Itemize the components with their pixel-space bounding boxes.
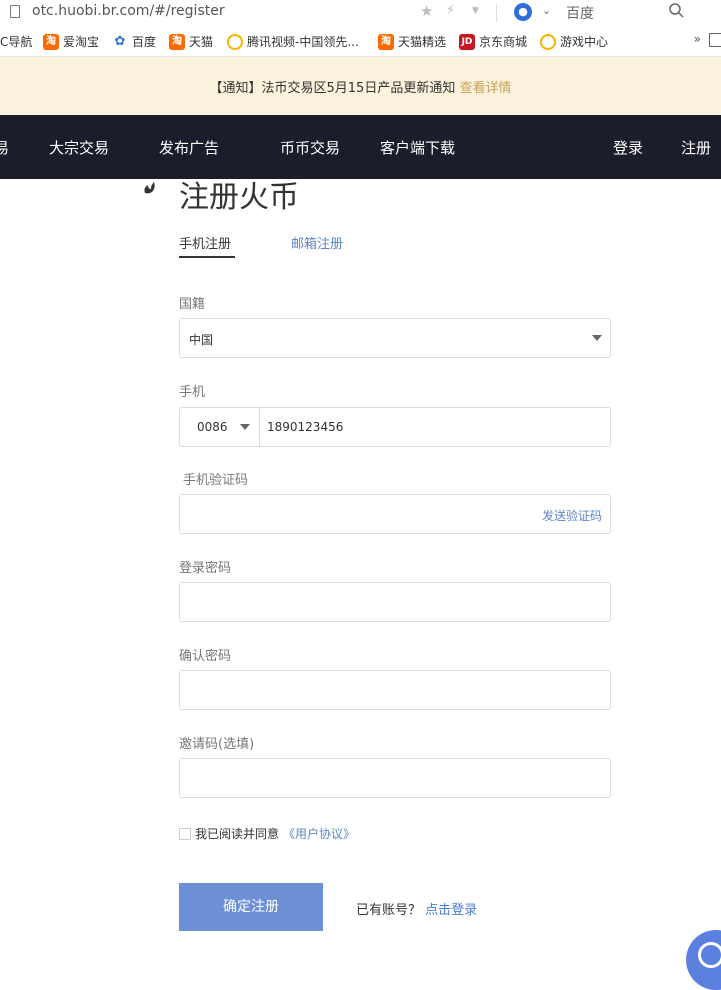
tab-email-register[interactable]: 邮箱注册 [291,233,343,252]
bookmark-item[interactable]: ✿ 百度 [112,33,156,50]
phone-field-group: 0086 1890123456 [179,407,611,447]
notice-details-link[interactable]: 查看详情 [459,81,511,96]
bookmarks-bar: C导航 淘 爱淘宝 ✿ 百度 淘 天猫 腾讯视频-中国领先... 淘 天猫精选 … [0,28,721,57]
taobao-icon: 淘 [378,33,394,50]
bookmark-item[interactable]: 淘 爱淘宝 [43,33,99,50]
divider [496,4,497,22]
bookmark-label: 游戏中心 [560,35,609,49]
page-icon [10,5,20,18]
bookmark-label: C导航 [0,35,33,49]
bookmark-label: 京东商城 [479,35,528,49]
nav-item-coin-trade-top[interactable]: 币币交易 [280,137,340,158]
device-icon[interactable] [709,33,721,47]
password-input[interactable] [179,582,611,622]
active-tab-indicator [179,256,235,258]
baidu-paw-icon[interactable]: ● [514,3,532,21]
phone-input[interactable]: 1890123456 [267,420,343,434]
password-label: 登录密码 [179,561,232,576]
bookmark-item[interactable]: 游戏中心 [540,33,608,50]
nav-login-link-top[interactable]: 登录 [613,137,643,158]
agree-text: 我已阅读并同意 [195,827,280,841]
nationality-select[interactable]: 中国 [179,318,611,358]
nav-register-link-top[interactable]: 注册 [681,137,711,158]
send-code-button[interactable]: 发送验证码 [542,507,602,524]
lightning-icon[interactable]: ⚡ [446,3,455,18]
taobao-icon: 淘 [43,33,59,50]
phone-label: 手机 [179,385,206,400]
huobi-flame-icon [144,182,155,194]
bookmark-label: 天猫精选 [398,35,447,49]
nationality-label: 国籍 [179,297,206,312]
chevron-down-icon[interactable]: ▼ [472,6,479,16]
baidu-paw-icon: ✿ [114,33,126,49]
nationality-value: 中国 [189,333,214,347]
agreement-row: 我已阅读并同意 《用户协议》 [179,825,355,842]
engine-chevron-down-icon[interactable]: ⌄ [542,4,551,17]
have-account-row: 已有账号？ 点击登录 [356,899,477,918]
tab-phone-register[interactable]: 手机注册 [179,233,231,252]
user-agreement-link[interactable]: 《用户协议》 [283,825,355,842]
bookmark-label: 天猫 [189,35,214,49]
confirm-password-label: 确认密码 [179,649,232,664]
jd-icon: JD [459,33,475,50]
sms-code-label: 手机验证码 [183,473,249,488]
search-icon[interactable] [668,2,684,18]
agree-checkbox[interactable] [179,827,191,840]
bookmark-item[interactable]: 腾讯视频-中国领先... [227,33,359,50]
bookmark-label: 爱淘宝 [63,35,100,49]
have-account-text: 已有账号？ [356,903,422,918]
chevron-down-icon [592,335,602,341]
nav-item-partial-top[interactable]: 易 [0,137,9,158]
bookmark-item[interactable]: C导航 [0,33,32,50]
notice-text-row: 【通知】法币交易区5月15日产品更新通知 查看详情 [0,77,721,96]
taobao-icon: 淘 [169,33,185,50]
tencent-video-icon [540,33,556,50]
tencent-video-icon [227,33,243,50]
sms-code-input[interactable]: 发送验证码 [179,494,611,534]
nav-item-post-ad-top[interactable]: 发布广告 [159,137,219,158]
url-text[interactable]: otc.huobi.br.com/#/register [32,3,225,19]
login-link[interactable]: 点击登录 [425,903,477,918]
submit-register-button[interactable]: 确定注册 [179,883,323,931]
bookmark-label: 腾讯视频-中国领先... [247,35,359,49]
notice-text: 【通知】法币交易区5月15日产品更新通知 [209,81,456,96]
chevron-down-icon [240,424,250,430]
bookmark-item[interactable]: 淘 天猫精选 [378,33,446,50]
nav-item-bulk-trade-top[interactable]: 大宗交易 [49,137,109,158]
notice-banner: 【通知】法币交易区5月15日产品更新通知 查看详情 [0,57,721,115]
bookmarks-more-button[interactable]: » [694,32,701,46]
star-icon[interactable]: ★ [420,2,433,20]
bookmark-label: 百度 [132,35,157,49]
country-code-select[interactable]: 0086 [180,408,260,446]
bookmark-item[interactable]: JD 京东商城 [459,33,527,50]
invite-code-input[interactable] [179,758,611,798]
confirm-password-input[interactable] [179,670,611,710]
invite-code-label: 邀请码(选填) [179,737,255,752]
bookmark-item[interactable]: 淘 天猫 [169,33,213,50]
nav-item-client-download-top[interactable]: 客户端下载 [380,137,455,158]
nav-text-layer: 易 大宗交易 发布广告 币币交易 客户端下载 登录 注册 [0,115,721,179]
chat-support-icon[interactable] [686,930,721,990]
search-engine-label[interactable]: 百度 [566,3,594,23]
country-code-value: 0086 [197,420,228,434]
address-bar[interactable]: otc.huobi.br.com/#/register ★ ⚡ ▼ ● ⌄ 百度 [0,0,721,28]
